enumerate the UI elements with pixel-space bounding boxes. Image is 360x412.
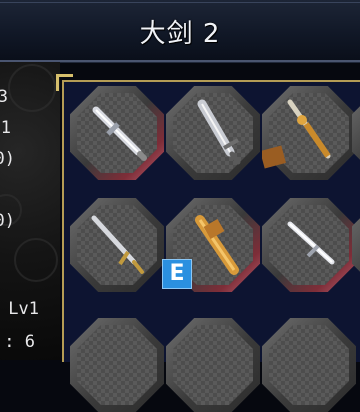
points-label: P : 6	[0, 332, 35, 352]
item-slot[interactable]	[352, 198, 360, 292]
item-grid	[56, 74, 360, 412]
item-slot[interactable]	[166, 318, 260, 412]
stat-line: 0)	[0, 211, 15, 231]
item-slot[interactable]	[70, 318, 164, 412]
category-title: 大剑 2	[139, 19, 221, 49]
ornament-circle	[8, 64, 56, 112]
title-bar: 大剑 2	[0, 0, 360, 62]
item-slot[interactable]	[352, 86, 360, 180]
item-slot[interactable]	[70, 198, 164, 292]
ornament-circle	[14, 238, 58, 282]
white-silver-sword-icon	[287, 221, 335, 265]
item-slot[interactable]	[166, 86, 260, 180]
golden-spear-sword-icon	[262, 99, 331, 169]
level-label: Lv1	[8, 299, 39, 319]
stat-line: 1	[0, 118, 11, 138]
item-slot[interactable]	[70, 86, 164, 180]
ornate-sword-icon	[91, 215, 144, 274]
item-slot[interactable]	[262, 86, 356, 180]
stat-line: 3	[0, 87, 8, 107]
equipped-badge: E	[162, 259, 192, 289]
item-slot[interactable]	[262, 198, 356, 292]
item-slot[interactable]	[262, 318, 356, 412]
silver-sword-icon	[92, 106, 147, 161]
broadsword-icon	[197, 99, 241, 165]
stat-line: 0)	[0, 149, 15, 169]
